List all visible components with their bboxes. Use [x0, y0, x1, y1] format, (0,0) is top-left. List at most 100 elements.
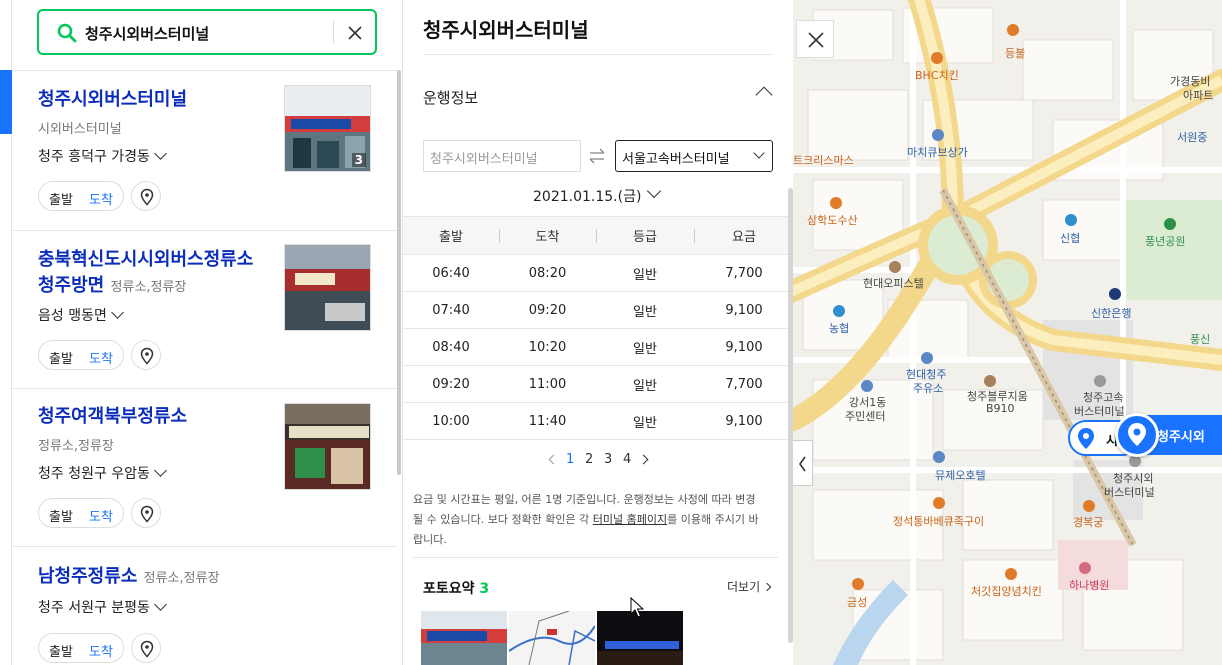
map-label[interactable]: B910: [986, 402, 1015, 415]
building-icon[interactable]: [984, 375, 996, 387]
map-label[interactable]: 정석통바베큐족구이: [893, 513, 984, 529]
result-title-line1[interactable]: 충북혁신도시시외버스정류소: [38, 247, 253, 273]
bank-icon[interactable]: [1065, 214, 1077, 226]
hospital-icon[interactable]: [1079, 562, 1091, 574]
departure-field[interactable]: 청주시외버스터미널: [423, 140, 581, 172]
depart-label[interactable]: 출발: [49, 506, 73, 525]
map-label[interactable]: 마치큐브상가: [907, 144, 968, 160]
restaurant-icon[interactable]: [1007, 24, 1019, 36]
chevron-down-icon[interactable]: [646, 183, 662, 199]
location-button[interactable]: [131, 181, 161, 211]
result-title[interactable]: 청주여객북부정류소: [38, 404, 187, 430]
search-box[interactable]: 청주시외버스터미널: [37, 9, 377, 55]
hotel-icon[interactable]: [933, 451, 945, 463]
map-label[interactable]: 주유소: [913, 380, 943, 396]
result-title[interactable]: 청주시외버스터미널: [38, 87, 187, 113]
restaurant-icon[interactable]: [830, 197, 842, 209]
result-item[interactable]: 남청주정류소 정류소,정류장 청주 서원구 분평동 출발 도착: [12, 547, 397, 665]
map-label[interactable]: 서원중: [1177, 129, 1207, 145]
terminal-icon[interactable]: [1094, 375, 1106, 387]
bank-icon[interactable]: [1109, 288, 1121, 300]
result-photo[interactable]: [284, 244, 371, 331]
next-page-icon[interactable]: [638, 454, 649, 465]
location-button[interactable]: [131, 340, 161, 370]
result-item[interactable]: 청주시외버스터미널 시외버스터미널 청주 흥덕구 가경동 출발 도착 3: [12, 71, 397, 231]
chevron-up-icon[interactable]: [755, 86, 773, 104]
building-icon[interactable]: [932, 129, 944, 141]
prev-page-icon[interactable]: [548, 454, 559, 465]
map-label[interactable]: 금성: [847, 594, 867, 610]
destination-select[interactable]: 서울고속버스터미널: [615, 140, 773, 172]
result-address[interactable]: 청주 흥덕구 가경동: [38, 146, 167, 166]
map-label[interactable]: 신협: [1060, 230, 1080, 246]
photo-thumbnail[interactable]: [597, 611, 683, 665]
depart-arrive-button[interactable]: 출발 도착: [38, 498, 124, 528]
page-1[interactable]: 1: [566, 452, 574, 467]
map-label[interactable]: 아파트: [1183, 87, 1213, 103]
result-title[interactable]: 남청주정류소 정류소,정류장: [38, 564, 220, 592]
close-panel-button[interactable]: [796, 20, 834, 58]
selected-marker-pin[interactable]: [1115, 413, 1159, 457]
map-label[interactable]: 뮤제오호텔: [935, 467, 986, 483]
search-input[interactable]: 청주시외버스터미널: [85, 23, 209, 44]
map-label[interactable]: 처갓집양념치킨: [971, 583, 1042, 599]
result-address[interactable]: 청주 서원구 분평동: [38, 597, 167, 617]
result-item[interactable]: 충북혁신도시시외버스정류소 청주방면 정류소,정류장 음성 맹동면 출발 도착: [12, 231, 397, 389]
restaurant-icon[interactable]: [933, 497, 945, 509]
photo-thumbnail[interactable]: [509, 611, 595, 665]
map-label[interactable]: 현대오피스텔: [863, 275, 924, 291]
section-title[interactable]: 운행정보: [423, 87, 478, 108]
location-button[interactable]: [131, 498, 161, 528]
public-office-icon[interactable]: [861, 380, 873, 392]
result-title[interactable]: 충북혁신도시시외버스정류소 청주방면 정류소,정류장: [38, 247, 253, 301]
gas-station-icon[interactable]: [921, 352, 933, 364]
map-label[interactable]: 버스터미널: [1104, 484, 1155, 500]
arrive-label[interactable]: 도착: [89, 348, 113, 367]
map-label[interactable]: 하나병원: [1069, 577, 1109, 593]
results-scrollbar[interactable]: [397, 70, 401, 475]
map-label[interactable]: 풍신: [1190, 331, 1210, 347]
restaurant-icon[interactable]: [931, 52, 943, 64]
page-4[interactable]: 4: [623, 452, 631, 467]
depart-arrive-button[interactable]: 출발 도착: [38, 340, 124, 370]
location-button[interactable]: [131, 633, 161, 663]
map-view[interactable]: 등불 BHC치킨 가경동비 아파트 서원중 마치큐브상가 트크리스마스 삼학도수…: [793, 0, 1222, 665]
office-icon[interactable]: [889, 261, 901, 273]
map-label[interactable]: 트크리스마스: [793, 152, 854, 168]
result-title-line2[interactable]: 청주방면: [38, 275, 104, 296]
map-label[interactable]: 주민센터: [845, 408, 885, 424]
more-photos-link[interactable]: 더보기: [727, 578, 772, 595]
arrive-label[interactable]: 도착: [89, 189, 113, 208]
restaurant-icon[interactable]: [852, 578, 864, 590]
depart-arrive-button[interactable]: 출발 도착: [38, 181, 124, 211]
result-address[interactable]: 음성 맹동면: [38, 305, 124, 325]
map-label[interactable]: 농협: [829, 320, 849, 336]
result-item[interactable]: 청주여객북부정류소 정류소,정류장 청주 청원구 우암동 출발 도착: [12, 389, 397, 547]
map-label[interactable]: 버스터미널: [1074, 403, 1125, 419]
result-photo[interactable]: 3: [284, 85, 371, 172]
swap-icon[interactable]: [587, 146, 607, 166]
map-label[interactable]: BHC치킨: [915, 67, 959, 83]
arrive-label[interactable]: 도착: [89, 641, 113, 660]
depart-label[interactable]: 출발: [49, 189, 73, 208]
photo-thumbnail[interactable]: [421, 611, 507, 665]
date-selector[interactable]: 2021.01.15.(금): [533, 186, 641, 206]
map-label[interactable]: 경복궁: [1073, 514, 1103, 530]
arrive-label[interactable]: 도착: [89, 506, 113, 525]
bank-icon[interactable]: [833, 305, 845, 317]
map-label[interactable]: 풍년공원: [1145, 233, 1185, 249]
depart-label[interactable]: 출발: [49, 641, 73, 660]
result-photo[interactable]: [284, 403, 371, 490]
result-address[interactable]: 청주 청원구 우암동: [38, 463, 167, 483]
depart-arrive-button[interactable]: 출발 도착: [38, 633, 124, 663]
map-label[interactable]: 삼학도수산: [807, 212, 858, 228]
page-2[interactable]: 2: [585, 452, 593, 467]
depart-label[interactable]: 출발: [49, 348, 73, 367]
clear-search-icon[interactable]: [343, 21, 367, 45]
map-label[interactable]: 신한은행: [1091, 305, 1131, 321]
page-3[interactable]: 3: [604, 452, 612, 467]
result-title-text[interactable]: 남청주정류소: [38, 566, 137, 587]
collapse-panel-button[interactable]: [793, 440, 813, 486]
terminal-homepage-link[interactable]: 터미널 홈페이지: [593, 513, 667, 526]
map-label[interactable]: 등불: [1005, 45, 1025, 61]
